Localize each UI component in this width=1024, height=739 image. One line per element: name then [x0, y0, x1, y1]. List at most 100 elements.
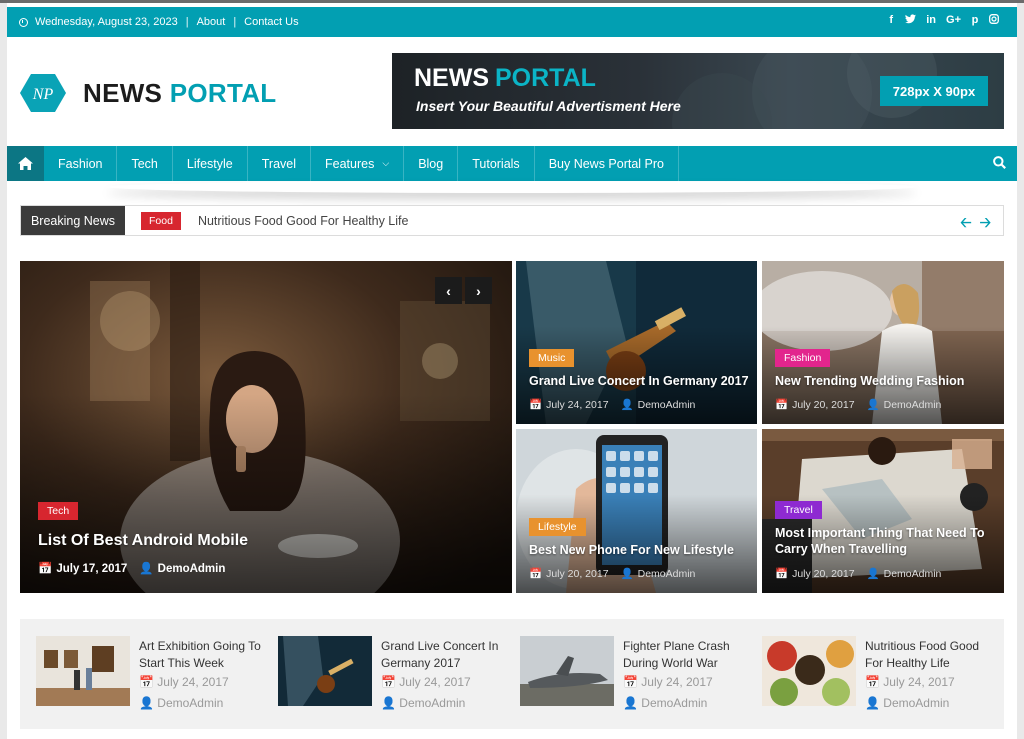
nav-item-features-label: Features	[325, 156, 375, 171]
slider-next-button[interactable]: ›	[465, 277, 492, 304]
plane-crash-thumbnail	[520, 636, 614, 706]
ad-size-badge[interactable]: 728px X 90px	[880, 76, 988, 106]
featured-main-title[interactable]: List Of Best Android Mobile	[38, 533, 478, 549]
post-date: 📅 July 20, 2017	[775, 399, 855, 411]
user-icon: 👤	[381, 696, 396, 710]
user-icon: 👤	[866, 568, 880, 580]
linkedin-icon[interactable]: in	[926, 14, 936, 27]
tile-meta: 📅 July 20, 2017 👤 DemoAdmin	[529, 567, 695, 580]
nav-item-buy-pro[interactable]: Buy News Portal Pro	[535, 146, 680, 181]
post-date: 📅 July 17, 2017	[38, 563, 128, 575]
featured-tile[interactable]: Fashion New Trending Wedding Fashion 📅 Ju…	[762, 261, 1004, 424]
slider-prev-button[interactable]: ‹	[435, 277, 462, 304]
calendar-icon: 📅	[775, 399, 789, 411]
user-icon: 👤	[139, 696, 154, 710]
home-icon	[18, 157, 33, 170]
post-author[interactable]: 👤 DemoAdmin	[139, 561, 225, 575]
main-nav: Fashion Tech Lifestyle Travel Features ⌵…	[7, 146, 1017, 181]
calendar-icon: 📅	[865, 675, 880, 689]
featured-main-meta: 📅 July 17, 2017 👤 DemoAdmin	[38, 561, 225, 575]
nav-item-blog[interactable]: Blog	[404, 146, 459, 181]
ad-banner[interactable]: NEWS PORTAL Insert Your Beautiful Adverti…	[392, 53, 1004, 129]
post-date: 📅 July 20, 2017	[529, 568, 609, 580]
calendar-icon: 📅	[529, 399, 543, 411]
ad-tagline: Insert Your Beautiful Advertisment Here	[416, 98, 681, 114]
nav-item-travel[interactable]: Travel	[248, 146, 312, 181]
post-author[interactable]: 👤 DemoAdmin	[621, 398, 696, 411]
logo-word-portal: PORTAL	[169, 78, 277, 108]
home-button[interactable]	[7, 146, 44, 181]
user-icon: 👤	[865, 696, 880, 710]
post-author[interactable]: 👤 DemoAdmin	[139, 696, 223, 710]
tile-title[interactable]: Best New Phone For New Lifestyle	[529, 542, 749, 558]
user-icon: 👤	[620, 568, 634, 580]
featured-tile[interactable]: Lifestyle Best New Phone For New Lifesty…	[516, 429, 757, 593]
nav-item-tech[interactable]: Tech	[117, 146, 173, 181]
post-author[interactable]: 👤 DemoAdmin	[381, 696, 465, 710]
logo-initials: NP	[32, 86, 54, 103]
post-date: 📅 July 20, 2017	[775, 568, 855, 580]
pinterest-icon[interactable]: p	[971, 14, 979, 27]
contact-link[interactable]: Contact Us	[244, 16, 298, 28]
list-item[interactable]: Art Exhibition Going To Start This Week …	[36, 636, 266, 710]
category-tag[interactable]: Music	[529, 349, 575, 367]
post-title[interactable]: Nutritious Food Good For Healthy Life	[865, 638, 989, 672]
list-item[interactable]: Grand Live Concert In Germany 2017 📅 Jul…	[278, 636, 508, 710]
nav-item-tutorials[interactable]: Tutorials	[458, 146, 535, 181]
nav-item-lifestyle[interactable]: Lifestyle	[173, 146, 248, 181]
concert-thumbnail	[278, 636, 372, 706]
nav-item-features[interactable]: Features ⌵	[311, 146, 405, 181]
nav-item-fashion[interactable]: Fashion	[44, 146, 118, 181]
breaking-headline[interactable]: Nutritious Food Good For Healthy Life	[198, 214, 409, 228]
category-tag[interactable]: Travel	[775, 501, 822, 519]
user-icon: 👤	[866, 399, 880, 411]
arrow-right-icon[interactable]: 🡢	[980, 212, 991, 236]
tile-title[interactable]: Most Important Thing That Need To Carry …	[775, 525, 995, 557]
current-date: Wednesday, August 23, 2023	[35, 16, 178, 28]
facebook-icon[interactable]: f	[887, 14, 895, 27]
nav-shadow	[107, 181, 917, 193]
google-plus-icon[interactable]: G+	[946, 14, 961, 27]
list-item[interactable]: Nutritious Food Good For Healthy Life 📅 …	[762, 636, 992, 710]
chevron-left-icon: ‹	[446, 282, 451, 299]
user-icon: 👤	[623, 696, 638, 710]
post-author[interactable]: 👤 DemoAdmin	[867, 567, 942, 580]
ad-word-portal: PORTAL	[495, 64, 596, 92]
instagram-icon[interactable]	[989, 14, 999, 27]
logo-icon[interactable]: NP	[20, 73, 66, 113]
arrow-left-icon[interactable]: 🡠	[960, 212, 971, 236]
about-link[interactable]: About	[197, 16, 226, 28]
twitter-icon[interactable]	[905, 14, 917, 27]
post-author[interactable]: 👤 DemoAdmin	[865, 696, 949, 710]
post-author[interactable]: 👤 DemoAdmin	[621, 567, 696, 580]
category-tag[interactable]: Fashion	[775, 349, 831, 367]
logo-word-news: NEWS	[83, 78, 163, 108]
category-tag[interactable]: Lifestyle	[529, 518, 586, 536]
post-author[interactable]: 👤 DemoAdmin	[623, 696, 707, 710]
ad-title: NEWS PORTAL	[414, 64, 596, 93]
post-author[interactable]: 👤 DemoAdmin	[867, 398, 942, 411]
tile-title[interactable]: Grand Live Concert In Germany 2017	[529, 373, 749, 389]
breaking-category-badge[interactable]: Food	[141, 211, 181, 230]
tile-title[interactable]: New Trending Wedding Fashion	[775, 373, 995, 389]
post-title[interactable]: Grand Live Concert In Germany 2017	[381, 638, 505, 672]
post-title[interactable]: Art Exhibition Going To Start This Week	[139, 638, 263, 672]
featured-main[interactable]: ‹ › Tech List Of Best Android Mobile 📅 Ju…	[20, 261, 512, 593]
calendar-icon: 📅	[623, 675, 638, 689]
category-tag[interactable]: Tech	[38, 502, 79, 520]
clock-icon	[19, 17, 28, 27]
calendar-icon: 📅	[775, 568, 789, 580]
featured-tile[interactable]: Travel Most Important Thing That Need To…	[762, 429, 1004, 593]
post-date: 📅 July 24, 2017	[623, 675, 713, 689]
user-icon: 👤	[139, 563, 154, 575]
site-logo[interactable]: NEWS PORTAL	[83, 78, 277, 109]
post-date: 📅 July 24, 2017	[139, 675, 229, 689]
search-icon[interactable]	[993, 156, 1006, 174]
separator: |	[233, 16, 237, 28]
calendar-icon: 📅	[38, 563, 53, 575]
featured-tile[interactable]: Music Grand Live Concert In Germany 2017…	[516, 261, 757, 424]
list-item[interactable]: Fighter Plane Crash During World War 📅 J…	[520, 636, 750, 710]
post-title[interactable]: Fighter Plane Crash During World War	[623, 638, 747, 672]
tile-meta: 📅 July 24, 2017 👤 DemoAdmin	[529, 398, 695, 411]
tile-meta: 📅 July 20, 2017 👤 DemoAdmin	[775, 567, 941, 580]
